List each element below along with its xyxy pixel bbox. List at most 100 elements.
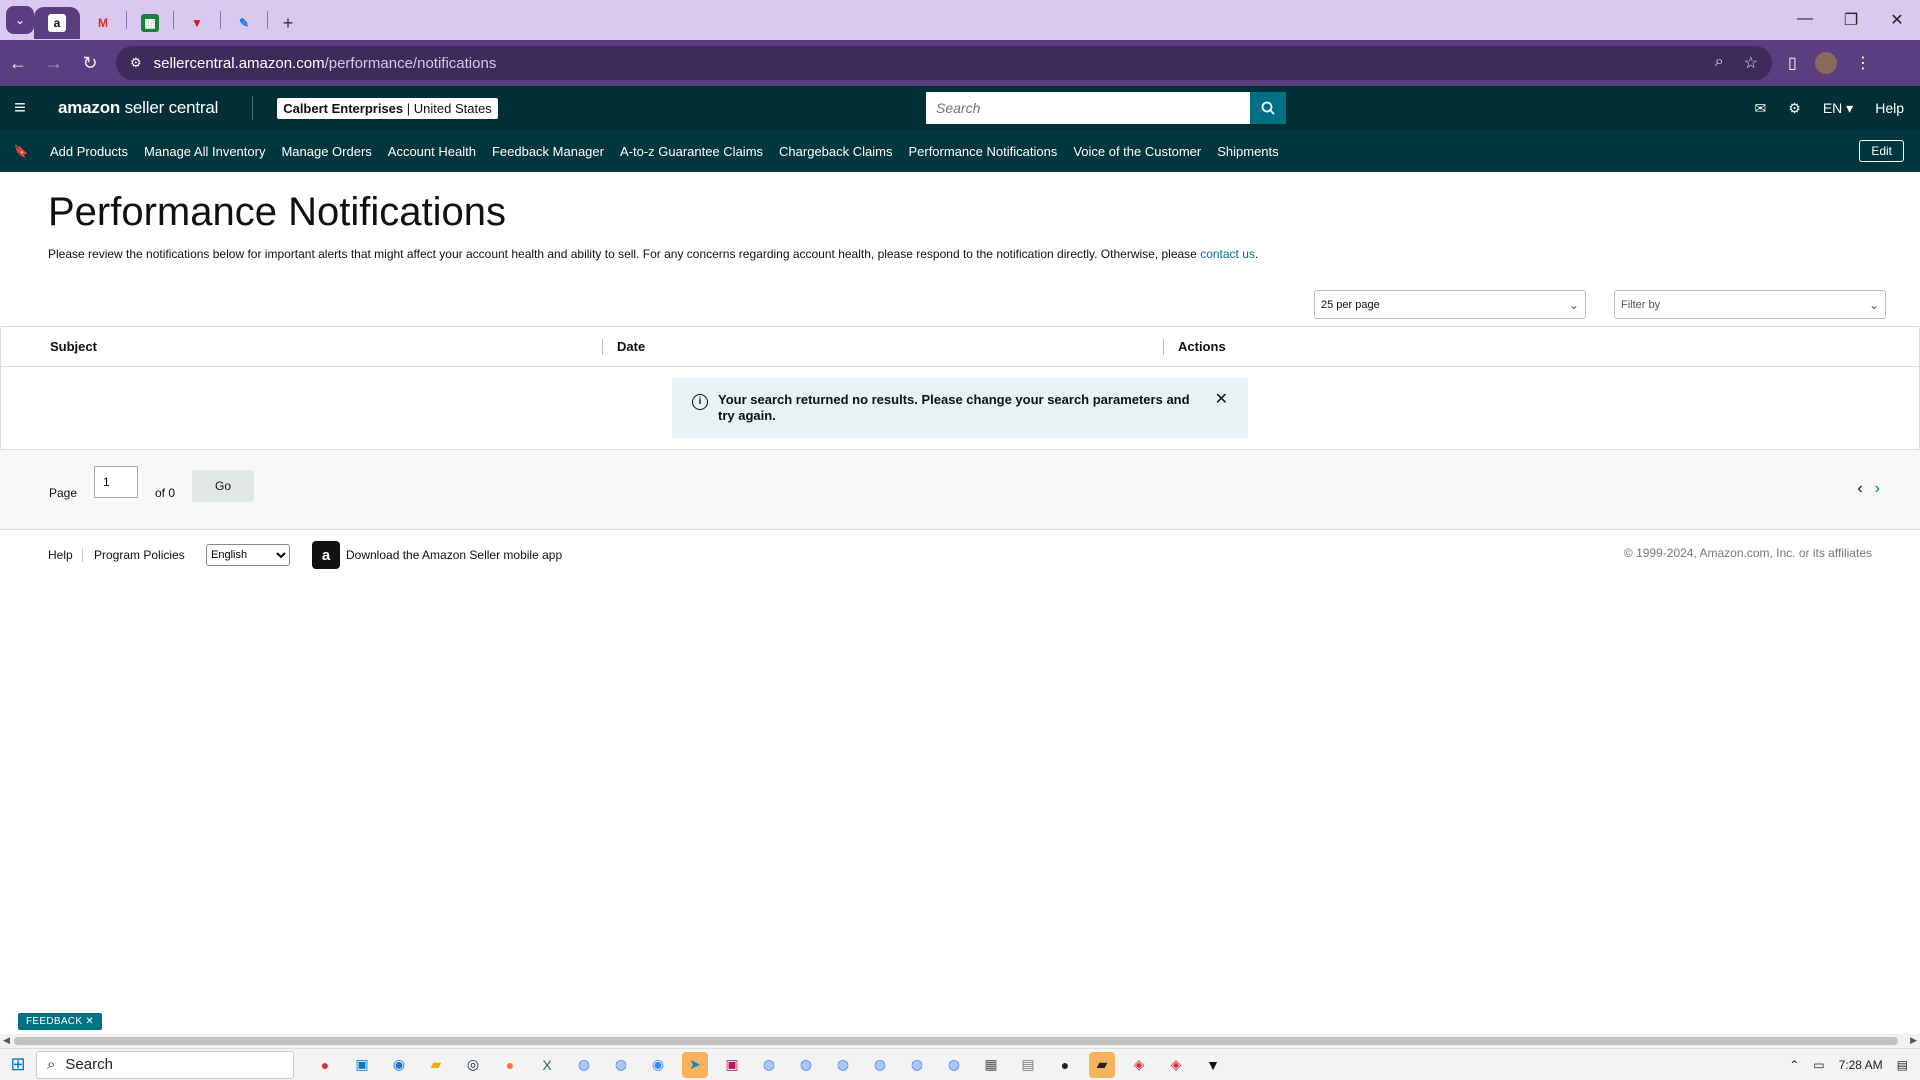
- calculator-icon[interactable]: ▦: [978, 1052, 1004, 1078]
- chrome-icon[interactable]: ◍: [904, 1052, 930, 1078]
- horizontal-scrollbar[interactable]: ◀ ▶: [0, 1034, 1920, 1048]
- column-date[interactable]: Date: [617, 339, 645, 354]
- tab-search-menu[interactable]: ⌄: [6, 6, 34, 34]
- amazon-app-icon[interactable]: a: [312, 541, 340, 569]
- steam-icon[interactable]: ◎: [460, 1052, 486, 1078]
- chrome-icon[interactable]: ◍: [608, 1052, 634, 1078]
- nav-chargeback-claims[interactable]: Chargeback Claims: [771, 144, 900, 159]
- forward-icon[interactable]: →: [36, 53, 72, 74]
- firefox-icon[interactable]: ●: [497, 1052, 523, 1078]
- nav-manage-all-inventory[interactable]: Manage All Inventory: [136, 144, 273, 159]
- chevron-down-icon: ⌄: [1868, 297, 1879, 312]
- help-link[interactable]: Help: [1875, 100, 1904, 116]
- account-switcher[interactable]: Calbert Enterprises | United States: [277, 97, 498, 119]
- app-icon[interactable]: ●: [1052, 1052, 1078, 1078]
- chevron-up-icon[interactable]: ⌃: [1789, 1058, 1799, 1072]
- settings-gear-icon[interactable]: ⚙: [1788, 100, 1801, 117]
- bookmark-icon[interactable]: 🔖: [0, 144, 42, 158]
- store-icon[interactable]: ▣: [349, 1052, 375, 1078]
- edit-nav-button[interactable]: Edit: [1859, 140, 1904, 162]
- column-subject[interactable]: Subject: [50, 339, 97, 354]
- chrome-icon[interactable]: ◍: [756, 1052, 782, 1078]
- bookmark-star-icon[interactable]: ☆: [1744, 53, 1758, 73]
- nav-manage-orders[interactable]: Manage Orders: [273, 144, 379, 159]
- chrome-icon[interactable]: ◍: [571, 1052, 597, 1078]
- url-bar[interactable]: ⚙ sellercentral.amazon.com/performance/n…: [116, 46, 1772, 80]
- language-selector[interactable]: EN ▾: [1823, 100, 1853, 117]
- clock[interactable]: 7:28 AM: [1839, 1058, 1883, 1072]
- zoom-icon[interactable]: ⌕: [1715, 53, 1724, 73]
- notepad-icon[interactable]: ▤: [1015, 1052, 1041, 1078]
- app-icon[interactable]: ●: [312, 1052, 338, 1078]
- close-window-icon[interactable]: ✕: [1874, 10, 1920, 30]
- tab-sheets[interactable]: ▦: [127, 7, 173, 39]
- minimize-icon[interactable]: —: [1782, 10, 1828, 30]
- chevron-left-icon[interactable]: ‹: [1857, 480, 1862, 498]
- folder-icon[interactable]: ▰: [423, 1052, 449, 1078]
- close-icon[interactable]: ✕: [1215, 392, 1228, 408]
- page-number-input[interactable]: [94, 466, 138, 498]
- tab-amazon[interactable]: a: [34, 7, 80, 39]
- scroll-left-icon[interactable]: ◀: [3, 1035, 10, 1046]
- reload-icon[interactable]: ↻: [72, 53, 108, 74]
- contact-us-link[interactable]: contact us: [1200, 247, 1255, 261]
- restore-icon[interactable]: ❐: [1828, 10, 1874, 30]
- browser-tab-bar: ⌄ a M ▦ ▼ ✎ + — ❐ ✕: [0, 0, 1920, 40]
- nav-account-health[interactable]: Account Health: [380, 144, 484, 159]
- new-tab-button[interactable]: +: [268, 7, 308, 39]
- sticky-notes-icon[interactable]: ▰: [1089, 1051, 1115, 1078]
- filter-select[interactable]: Filter by ⌄: [1614, 290, 1886, 319]
- zoom-icon[interactable]: ◉: [645, 1052, 671, 1078]
- site-info-icon[interactable]: ⚙: [130, 55, 142, 71]
- page-footer: Help Program Policies English a Download…: [0, 540, 1920, 570]
- footer-help-link[interactable]: Help: [48, 548, 73, 562]
- windows-taskbar: ⊞ ⌕ Search ● ▣ ◉ ▰ ◎ ● X ◍ ◍ ◉ ➤ ▣ ◍ ◍ ◍…: [0, 1048, 1920, 1080]
- telegram-icon[interactable]: ➤: [682, 1051, 708, 1078]
- search-input[interactable]: [926, 92, 1250, 124]
- notification-icon[interactable]: ▤: [1897, 1058, 1908, 1072]
- back-icon[interactable]: ←: [0, 53, 36, 74]
- app-icon[interactable]: ▣: [719, 1052, 745, 1078]
- taskbar-search[interactable]: ⌕ Search: [36, 1050, 294, 1079]
- chrome-icon[interactable]: ◍: [830, 1052, 856, 1078]
- amazon-icon: a: [48, 14, 66, 32]
- profile-avatar[interactable]: [1814, 52, 1837, 74]
- chrome-icon[interactable]: ◍: [793, 1052, 819, 1078]
- scrollbar-thumb[interactable]: [14, 1037, 1898, 1045]
- battery-icon[interactable]: ▭: [1813, 1058, 1824, 1072]
- edge-icon[interactable]: ◉: [386, 1052, 412, 1078]
- scroll-right-icon[interactable]: ▶: [1910, 1035, 1917, 1046]
- tab-app-2[interactable]: ✎: [221, 7, 267, 39]
- go-button[interactable]: Go: [192, 470, 254, 502]
- nav-a-to-z-claims[interactable]: A-to-z Guarantee Claims: [612, 144, 771, 159]
- tab-gmail[interactable]: M: [80, 7, 126, 39]
- chrome-icon[interactable]: ◍: [941, 1052, 967, 1078]
- chevron-right-icon[interactable]: ›: [1875, 480, 1880, 498]
- nav-add-products[interactable]: Add Products: [42, 144, 136, 159]
- download-app-link[interactable]: Download the Amazon Seller mobile app: [346, 548, 562, 562]
- per-page-select[interactable]: 25 per page ⌄: [1314, 290, 1586, 319]
- footer-program-policies-link[interactable]: Program Policies: [94, 548, 185, 562]
- close-icon[interactable]: ✕: [85, 1016, 94, 1027]
- pagination-bar: Page of 0 Go ‹ ›: [0, 450, 1920, 530]
- windows-start-icon[interactable]: ⊞: [0, 1054, 36, 1075]
- mail-icon[interactable]: ✉: [1755, 100, 1767, 117]
- footer-language-select[interactable]: English: [206, 544, 290, 566]
- feedback-tab[interactable]: FEEDBACK ✕: [18, 1013, 103, 1030]
- nav-shipments[interactable]: Shipments: [1209, 144, 1286, 159]
- copyright-text: © 1999-2024, Amazon.com, Inc. or its aff…: [1623, 546, 1872, 560]
- nav-feedback-manager[interactable]: Feedback Manager: [484, 144, 612, 159]
- nav-voice-of-customer[interactable]: Voice of the Customer: [1065, 144, 1209, 159]
- nav-performance-notifications[interactable]: Performance Notifications: [900, 144, 1065, 159]
- side-panel-icon[interactable]: ▯: [1788, 53, 1797, 73]
- excel-icon[interactable]: X: [534, 1052, 560, 1078]
- seller-central-logo[interactable]: amazon seller central: [58, 98, 218, 118]
- app-icon[interactable]: ▼: [1200, 1052, 1226, 1078]
- browser-menu-icon[interactable]: ⋮: [1855, 53, 1871, 73]
- chrome-icon[interactable]: ◍: [867, 1052, 893, 1078]
- tab-app[interactable]: ▼: [174, 7, 220, 39]
- search-button[interactable]: [1250, 92, 1286, 124]
- app-icon[interactable]: ◈: [1126, 1052, 1152, 1078]
- hamburger-menu-icon[interactable]: ≡: [0, 97, 40, 120]
- app-icon[interactable]: ◈: [1163, 1052, 1189, 1078]
